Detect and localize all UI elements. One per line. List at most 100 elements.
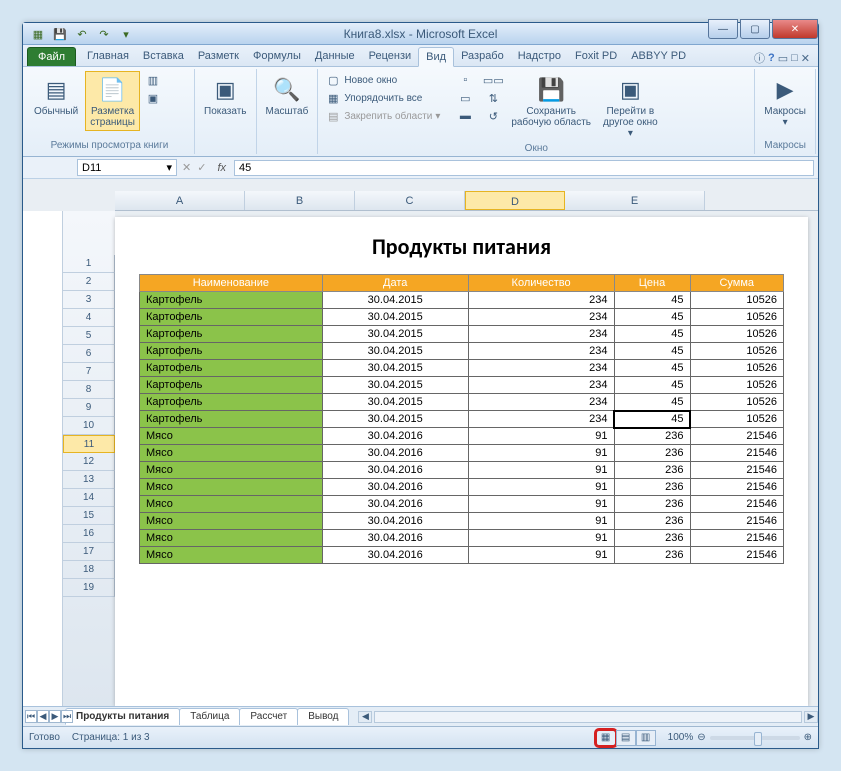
table-cell[interactable]: 10526 xyxy=(690,309,783,326)
ribbon-tab-вид[interactable]: Вид xyxy=(418,47,454,67)
table-cell[interactable]: 21546 xyxy=(690,462,783,479)
table-cell[interactable]: 10526 xyxy=(690,377,783,394)
table-cell[interactable]: 10526 xyxy=(690,343,783,360)
reset-pos-button[interactable]: ↺ xyxy=(482,107,504,125)
table-cell[interactable]: 234 xyxy=(468,326,614,343)
table-row[interactable]: Мясо30.04.20169123621546 xyxy=(140,530,784,547)
table-cell[interactable]: Мясо xyxy=(140,462,323,479)
table-cell[interactable]: Картофель xyxy=(140,326,323,343)
new-window-button[interactable]: ▢Новое окно xyxy=(322,71,452,89)
table-cell[interactable]: 91 xyxy=(468,445,614,462)
table-cell[interactable]: Картофель xyxy=(140,343,323,360)
page-layout-view-icon[interactable]: ▤ xyxy=(616,730,636,746)
sheet-tab[interactable]: Продукты питания xyxy=(65,708,180,725)
table-cell[interactable]: 21546 xyxy=(690,513,783,530)
qat-dropdown-icon[interactable]: ▾ xyxy=(117,25,135,43)
table-cell[interactable]: Мясо xyxy=(140,445,323,462)
ribbon-tab-abbyy pd[interactable]: ABBYY PD xyxy=(624,47,693,66)
row-header-2[interactable]: 2 xyxy=(63,273,115,291)
custom-views-button[interactable]: ▥ xyxy=(142,71,164,89)
table-cell[interactable]: 45 xyxy=(614,360,690,377)
table-cell[interactable]: 30.04.2015 xyxy=(322,394,468,411)
table-row[interactable]: Картофель30.04.20152344510526 xyxy=(140,292,784,309)
table-cell[interactable]: 10526 xyxy=(690,411,783,428)
table-row[interactable]: Мясо30.04.20169123621546 xyxy=(140,513,784,530)
ribbon-tab-разрабо[interactable]: Разрабо xyxy=(454,47,511,66)
table-cell[interactable]: 10526 xyxy=(690,292,783,309)
column-header-D[interactable]: D xyxy=(465,191,565,210)
table-cell[interactable]: Мясо xyxy=(140,513,323,530)
maximize-button[interactable]: ▢ xyxy=(740,19,770,39)
table-cell[interactable]: 236 xyxy=(614,428,690,445)
name-box[interactable]: D11▾ xyxy=(77,159,177,176)
ribbon-tab-рецензи[interactable]: Рецензи xyxy=(362,47,419,66)
column-header-E[interactable]: E xyxy=(565,191,705,210)
row-header-11[interactable]: 11 xyxy=(63,435,115,453)
table-cell[interactable]: 30.04.2016 xyxy=(322,530,468,547)
freeze-panes-button[interactable]: ▤Закрепить области ▾ xyxy=(322,107,452,125)
help-icon[interactable]: ? xyxy=(768,52,775,64)
table-row[interactable]: Картофель30.04.20152344510526 xyxy=(140,343,784,360)
table-cell[interactable]: 234 xyxy=(468,292,614,309)
horizontal-scrollbar[interactable]: ◀ ▶ xyxy=(358,711,818,723)
formula-input[interactable]: 45 xyxy=(234,160,814,176)
sheet-tab[interactable]: Рассчет xyxy=(239,708,298,725)
table-cell[interactable]: 236 xyxy=(614,513,690,530)
table-cell[interactable]: 236 xyxy=(614,496,690,513)
table-cell[interactable]: 234 xyxy=(468,360,614,377)
normal-view-icon[interactable]: ▦ xyxy=(596,730,616,746)
table-cell[interactable]: Мясо xyxy=(140,479,323,496)
table-cell[interactable]: 30.04.2016 xyxy=(322,496,468,513)
zoom-button[interactable]: 🔍 Масштаб xyxy=(261,71,314,120)
table-cell[interactable]: Картофель xyxy=(140,377,323,394)
ribbon-tab-данные[interactable]: Данные xyxy=(308,47,362,66)
confirm-icon[interactable]: ✓ xyxy=(194,161,209,174)
table-cell[interactable]: 45 xyxy=(614,326,690,343)
ribbon-tab-формулы[interactable]: Формулы xyxy=(246,47,308,66)
table-header[interactable]: Дата xyxy=(322,275,468,292)
table-cell[interactable]: 91 xyxy=(468,513,614,530)
side-by-side-button[interactable]: ▭▭ xyxy=(482,71,504,89)
table-cell[interactable]: 30.04.2015 xyxy=(322,309,468,326)
window-close-icon[interactable]: ✕ xyxy=(801,52,810,65)
ribbon-tab-foxit pd[interactable]: Foxit PD xyxy=(568,47,624,66)
row-header-10[interactable]: 10 xyxy=(63,417,115,435)
hide-button[interactable]: ▭ xyxy=(454,89,476,107)
ribbon-collapse-icon[interactable]: ⓘ xyxy=(754,50,765,66)
table-cell[interactable]: 30.04.2016 xyxy=(322,513,468,530)
redo-icon[interactable]: ↷ xyxy=(95,25,113,43)
table-cell[interactable]: Картофель xyxy=(140,292,323,309)
table-cell[interactable]: 45 xyxy=(614,411,690,428)
close-button[interactable]: ✕ xyxy=(772,19,818,39)
ribbon-tab-вставка[interactable]: Вставка xyxy=(136,47,191,66)
ribbon-min-icon[interactable]: ▭ xyxy=(778,52,788,65)
window-restore-icon[interactable]: □ xyxy=(791,52,798,64)
column-header-B[interactable]: B xyxy=(245,191,355,210)
file-tab[interactable]: Файл xyxy=(27,47,76,66)
table-cell[interactable]: 30.04.2015 xyxy=(322,343,468,360)
table-cell[interactable]: 234 xyxy=(468,309,614,326)
arrange-all-button[interactable]: ▦Упорядочить все xyxy=(322,89,452,107)
table-cell[interactable]: Картофель xyxy=(140,411,323,428)
table-row[interactable]: Мясо30.04.20169123621546 xyxy=(140,445,784,462)
table-cell[interactable]: Мясо xyxy=(140,496,323,513)
table-header[interactable]: Количество xyxy=(468,275,614,292)
table-header[interactable]: Сумма xyxy=(690,275,783,292)
data-table[interactable]: НаименованиеДатаКоличествоЦенаСумма Карт… xyxy=(139,274,784,564)
zoom-slider[interactable] xyxy=(710,736,800,740)
ribbon-tab-надстро[interactable]: Надстро xyxy=(511,47,568,66)
table-cell[interactable]: Картофель xyxy=(140,360,323,377)
table-row[interactable]: Картофель30.04.20152344510526 xyxy=(140,377,784,394)
table-cell[interactable]: 10526 xyxy=(690,360,783,377)
ribbon-tab-разметк[interactable]: Разметк xyxy=(191,47,246,66)
row-header-19[interactable]: 19 xyxy=(63,579,115,597)
cancel-icon[interactable]: ✕ xyxy=(179,161,194,174)
switch-windows-button[interactable]: ▣ Перейти в другое окно ▾ xyxy=(598,71,663,142)
scroll-track[interactable] xyxy=(374,711,802,723)
row-header-12[interactable]: 12 xyxy=(63,453,115,471)
save-icon[interactable]: 💾 xyxy=(51,25,69,43)
sheet-tab[interactable]: Вывод xyxy=(297,708,349,725)
next-sheet-icon[interactable]: ▶ xyxy=(49,710,61,723)
column-header-C[interactable]: C xyxy=(355,191,465,210)
table-cell[interactable]: 30.04.2016 xyxy=(322,479,468,496)
